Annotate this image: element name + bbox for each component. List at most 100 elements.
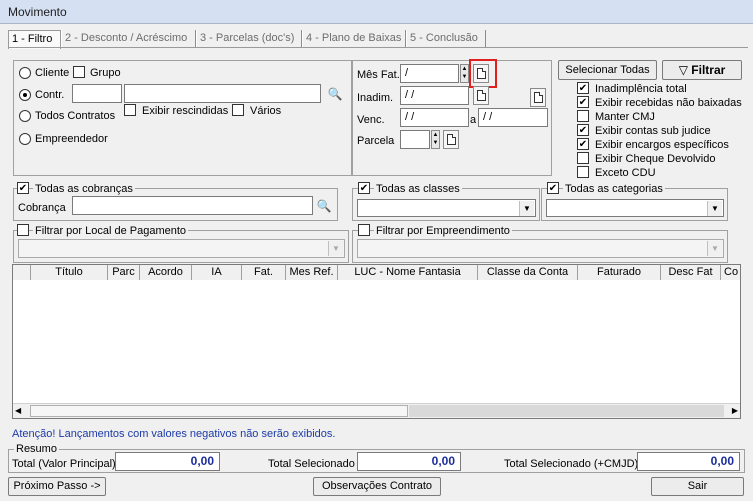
horizontal-scrollbar[interactable]: ◀ ▶ bbox=[13, 403, 740, 418]
total-selecionado-field: 0,00 bbox=[357, 452, 461, 471]
warning-text: Atenção! Lançamentos com valores negativ… bbox=[12, 428, 336, 440]
local-pagamento-select[interactable]: ▼ bbox=[18, 239, 345, 258]
total-selecionado-cmjd-label: Total Selecionado (+CMJD) bbox=[504, 458, 639, 470]
observacoes-contrato-button[interactable]: Observações Contrato bbox=[313, 477, 441, 496]
total-selecionado-cmjd-value: 0,00 bbox=[710, 454, 734, 468]
binoculars-icon[interactable]: 🔍 bbox=[314, 197, 334, 215]
col-header-parc[interactable]: Parc bbox=[108, 265, 140, 280]
total-selecionado-value: 0,00 bbox=[431, 454, 455, 468]
checkbox-todas-classes[interactable] bbox=[358, 182, 370, 194]
funnel-icon: ▽ bbox=[678, 63, 688, 77]
tab-conclusao[interactable]: 5 - Conclusão bbox=[406, 30, 486, 48]
scroll-thumb[interactable] bbox=[30, 405, 408, 417]
chevron-down-icon[interactable]: ▼ bbox=[707, 201, 722, 216]
col-header-mes-ref[interactable]: Mes Ref. bbox=[286, 265, 338, 280]
radio-todos-contratos[interactable] bbox=[19, 110, 31, 122]
scroll-left-icon[interactable]: ◀ bbox=[15, 406, 21, 415]
empreendimento-select[interactable]: ▼ bbox=[357, 239, 724, 258]
col-header-desc-fat[interactable]: Desc Fat bbox=[661, 265, 721, 280]
grid-row-indicator bbox=[13, 265, 31, 280]
total-principal-value: 0,00 bbox=[190, 454, 214, 468]
scroll-track bbox=[409, 405, 724, 417]
col-header-titulo[interactable]: Título bbox=[31, 265, 108, 280]
sair-button[interactable]: Sair bbox=[651, 477, 744, 496]
inadim-label: Inadim. bbox=[357, 92, 394, 104]
chevron-down-icon[interactable]: ▼ bbox=[519, 201, 534, 216]
radio-empreendedor[interactable] bbox=[19, 133, 31, 145]
total-selecionado-cmjd-field: 0,00 bbox=[637, 452, 740, 471]
scroll-right-icon[interactable]: ▶ bbox=[732, 406, 738, 415]
checkbox-exibir-recebidas[interactable] bbox=[577, 96, 589, 108]
window-title: Movimento bbox=[0, 0, 753, 24]
todas-categorias-label: Todas as categorias bbox=[563, 183, 665, 195]
document-icon bbox=[534, 92, 543, 103]
col-header-luc[interactable]: LUC - Nome Fantasia bbox=[338, 265, 478, 280]
grupo-label: Grupo bbox=[90, 67, 121, 79]
parcela-input[interactable] bbox=[400, 130, 430, 149]
col-header-faturado[interactable]: Faturado bbox=[578, 265, 661, 280]
checkbox-empreendimento[interactable] bbox=[358, 224, 370, 236]
document-icon bbox=[477, 90, 486, 101]
checkbox-exceto-cdu[interactable] bbox=[577, 166, 589, 178]
checkbox-todas-categorias[interactable] bbox=[547, 182, 559, 194]
checkbox-sub-judice[interactable] bbox=[577, 124, 589, 136]
parcela-spinner[interactable]: ▲ ▼ bbox=[431, 130, 440, 149]
todas-cobrancas-label: Todas as cobranças bbox=[33, 183, 135, 195]
checkbox-local-pagamento[interactable] bbox=[17, 224, 29, 236]
option-label: Exibir Cheque Devolvido bbox=[595, 153, 716, 165]
cobranca-input[interactable] bbox=[72, 196, 313, 215]
contr-name-input[interactable] bbox=[124, 84, 321, 103]
option-label: Exibir encargos específicos bbox=[595, 139, 729, 151]
checkbox-manter-cmj[interactable] bbox=[577, 110, 589, 122]
filtrar-button[interactable]: ▽ Filtrar bbox=[662, 60, 742, 80]
col-header-classe[interactable]: Classe da Conta bbox=[478, 265, 578, 280]
radio-cliente[interactable] bbox=[19, 67, 31, 79]
total-selecionado-label: Total Selecionado bbox=[268, 458, 355, 470]
venc-from-input[interactable]: / / bbox=[400, 108, 469, 127]
inadim-input[interactable]: / / bbox=[400, 86, 469, 105]
venc-to-input[interactable]: / / bbox=[478, 108, 548, 127]
checkbox-varios[interactable] bbox=[232, 104, 244, 116]
checkbox-todas-cobrancas[interactable] bbox=[17, 182, 29, 194]
checkbox-inadimplencia-total[interactable] bbox=[577, 82, 589, 94]
classes-select[interactable]: ▼ bbox=[357, 199, 536, 217]
venc-label: Venc. bbox=[357, 114, 385, 126]
checkbox-encargos[interactable] bbox=[577, 138, 589, 150]
checkbox-cheque-devolvido[interactable] bbox=[577, 152, 589, 164]
radio-contr[interactable] bbox=[19, 89, 31, 101]
resumo-title: Resumo bbox=[14, 443, 59, 455]
selecionar-todas-button[interactable]: Selecionar Todas bbox=[558, 60, 657, 80]
empreendimento-label: Filtrar por Empreendimento bbox=[374, 225, 512, 237]
col-header-ia[interactable]: IA bbox=[192, 265, 242, 280]
tab-plano-baixas[interactable]: 4 - Plano de Baixas bbox=[302, 30, 406, 48]
results-grid[interactable]: Título Parc Acordo IA Fat. Mes Ref. LUC … bbox=[12, 264, 741, 419]
proximo-passo-button[interactable]: Próximo Passo -> bbox=[8, 477, 106, 496]
parcela-label: Parcela bbox=[357, 135, 395, 147]
filtrar-label: Filtrar bbox=[691, 63, 726, 77]
tab-parcelas[interactable]: 3 - Parcelas (doc's) bbox=[196, 30, 302, 48]
binoculars-icon[interactable]: 🔍 bbox=[325, 85, 345, 103]
cobranca-label: Cobrança bbox=[18, 202, 66, 214]
inadim-doc-button[interactable] bbox=[473, 86, 489, 105]
contr-code-input[interactable] bbox=[72, 84, 122, 103]
col-header-acordo[interactable]: Acordo bbox=[140, 265, 192, 280]
option-label: Exibir recebidas não baixadas bbox=[595, 97, 742, 109]
varios-label: Vários bbox=[250, 105, 282, 117]
contr-label: Contr. bbox=[35, 89, 65, 101]
categorias-select[interactable]: ▼ bbox=[546, 199, 724, 217]
highlight-box bbox=[469, 59, 497, 88]
checkbox-grupo[interactable] bbox=[73, 66, 85, 78]
checkbox-exibir-rescindidas[interactable] bbox=[124, 104, 136, 116]
parcela-doc-button[interactable] bbox=[443, 130, 459, 149]
mes-fat-input[interactable]: / bbox=[400, 64, 459, 83]
col-header-co[interactable]: Co bbox=[721, 265, 740, 280]
option-label: Exibir contas sub judice bbox=[595, 125, 711, 137]
chevron-down-icon[interactable]: ▼ bbox=[707, 241, 722, 256]
option-label: Manter CMJ bbox=[595, 111, 655, 123]
tab-desconto[interactable]: 2 - Desconto / Acréscimo bbox=[61, 30, 196, 48]
chevron-down-icon[interactable]: ▼ bbox=[328, 241, 343, 256]
mes-fat-spinner[interactable]: ▲ ▼ bbox=[460, 64, 469, 83]
option-label: Exceto CDU bbox=[595, 167, 656, 179]
inadim-doc-button-2[interactable] bbox=[530, 88, 546, 107]
col-header-fat[interactable]: Fat. bbox=[242, 265, 286, 280]
